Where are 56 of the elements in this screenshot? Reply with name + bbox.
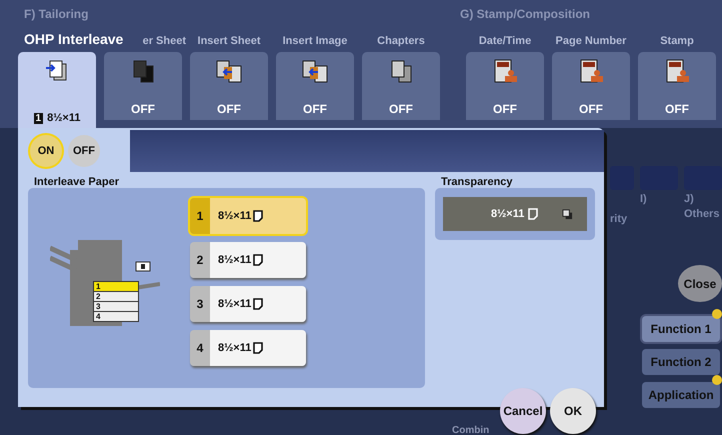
toggle-button[interactable]: OFF	[68, 135, 100, 167]
status-label: OFF	[303, 102, 327, 116]
status-label: OFF	[131, 102, 155, 116]
function-tile[interactable]: OFF	[276, 52, 354, 120]
tray-button[interactable]: 3 8½×11	[190, 286, 306, 322]
tray-label: 2	[93, 291, 139, 302]
category-label: J)	[684, 193, 695, 205]
function-tile[interactable]: OFF	[190, 52, 268, 120]
function-tab[interactable]: Function 2	[642, 349, 720, 375]
function-label: Insert Image	[282, 34, 348, 49]
function-tab[interactable]: Function 1	[642, 316, 720, 342]
function-label: Page Number	[554, 34, 628, 49]
function-tile[interactable]: OFF	[466, 52, 544, 120]
paper-icon	[253, 210, 264, 222]
function-label: Date/Time	[478, 34, 532, 49]
tray-button[interactable]: 4 8½×11	[190, 330, 306, 366]
status-label: OFF	[389, 102, 413, 116]
function-label: OHP Interleave	[24, 30, 124, 49]
function-label: Insert Sheet	[196, 34, 262, 49]
category-label: I)	[640, 193, 648, 205]
status-label: OFF	[579, 102, 603, 116]
function-tile[interactable]: OFF	[362, 52, 440, 120]
section-label: G) Stamp/Composition	[460, 7, 590, 21]
tray-number: 1	[34, 112, 44, 124]
status-label: OFF	[217, 102, 241, 116]
category-label: Others	[684, 208, 720, 220]
function-label: Stamp	[659, 34, 695, 49]
section-label: F) Tailoring	[24, 7, 90, 21]
function-tile[interactable]: OFF	[104, 52, 182, 120]
close-button[interactable]: Close	[678, 265, 722, 302]
function-tile[interactable]: 1 8½×11	[18, 52, 96, 128]
section-title: Transparency	[441, 176, 514, 188]
status-label: OFF	[665, 102, 689, 116]
paper-icon	[253, 298, 264, 310]
tray-label: 1	[93, 281, 139, 292]
function-label: Chapters	[376, 34, 426, 49]
function-tab[interactable]: Application	[642, 382, 720, 408]
tray-button[interactable]: 1 8½×11	[190, 198, 306, 234]
paper-icon	[253, 254, 264, 266]
status-label: OFF	[493, 102, 517, 116]
toggle-button[interactable]: ON	[30, 135, 62, 167]
paper-size: 8½×11	[491, 208, 524, 220]
paper-size: 8½×11	[47, 112, 80, 124]
tray-label: 3	[93, 301, 139, 312]
paper-icon	[253, 342, 264, 354]
tray-button[interactable]: 2 8½×11	[190, 242, 306, 278]
function-tile[interactable]: OFF	[552, 52, 630, 120]
function-label: Combin	[452, 425, 490, 435]
ok-button[interactable]: OK	[550, 388, 596, 434]
paper-icon	[528, 208, 538, 220]
tray-label: 4	[93, 311, 139, 322]
function-tile[interactable]: OFF	[638, 52, 716, 120]
stack-icon	[562, 208, 574, 220]
section-title: Interleave Paper	[34, 176, 120, 188]
cancel-button[interactable]: Cancel	[500, 388, 546, 434]
category-label: rity	[610, 213, 628, 225]
